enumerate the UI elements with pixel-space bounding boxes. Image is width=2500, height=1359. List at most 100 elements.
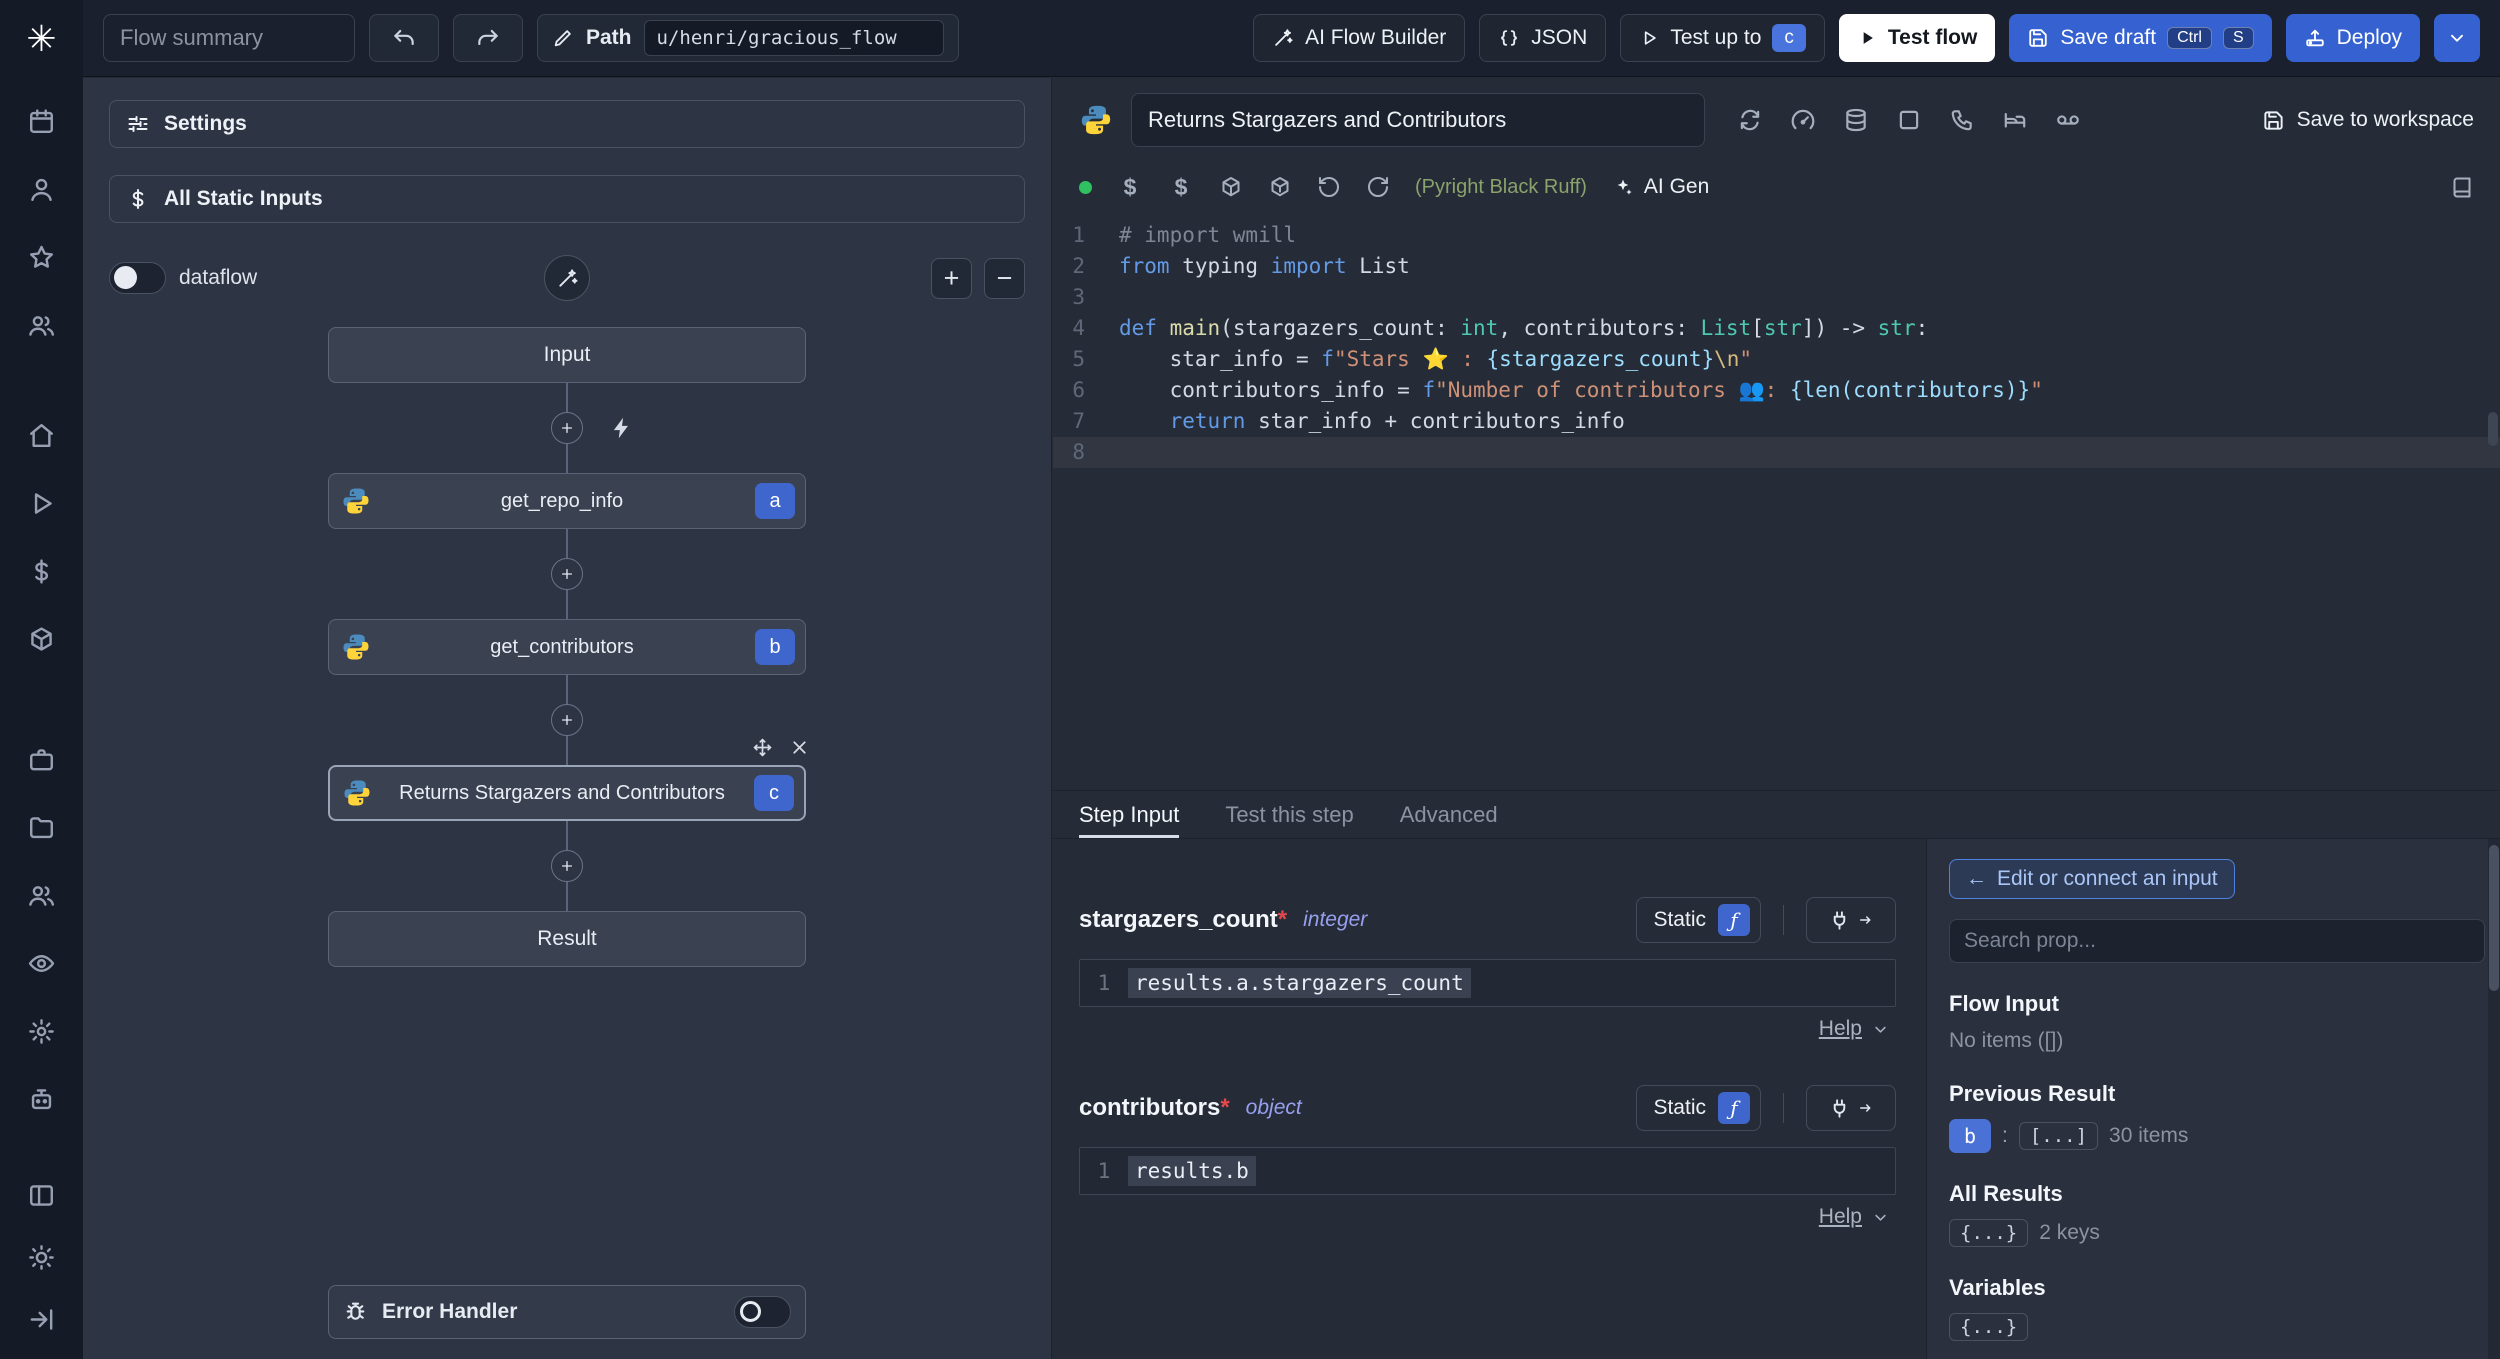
tab-test-this-step[interactable]: Test this step: [1225, 791, 1353, 838]
add-step-button[interactable]: [551, 704, 583, 736]
briefcase-icon[interactable]: [18, 735, 66, 783]
python-icon: [342, 778, 372, 808]
tab-step-input[interactable]: Step Input: [1079, 791, 1180, 838]
save-draft-button[interactable]: Save draft Ctrl S: [2009, 14, 2272, 62]
cube-icon[interactable]: [18, 615, 66, 663]
ai-gen-button[interactable]: AI Gen: [1612, 175, 1709, 199]
arrow-right-icon: [1857, 1099, 1875, 1117]
reset-icon[interactable]: [1317, 175, 1341, 199]
code-toolbar: $ $ (Pyright Black Ruff) AI Gen: [1053, 162, 2500, 212]
error-handler-toggle[interactable]: [734, 1296, 791, 1328]
refresh-icon[interactable]: [1737, 107, 1763, 133]
redo-button[interactable]: [453, 14, 523, 62]
json-button[interactable]: JSON: [1479, 14, 1607, 62]
props-scrollbar[interactable]: [2488, 839, 2500, 1359]
team-icon[interactable]: [18, 871, 66, 919]
collapsed-array-chip[interactable]: [...]: [2018, 1122, 2099, 1150]
connect-input-button[interactable]: [1806, 1085, 1896, 1131]
all-static-inputs-button[interactable]: All Static Inputs: [109, 175, 1025, 223]
save-to-workspace-button[interactable]: Save to workspace: [2262, 108, 2474, 132]
gear-icon[interactable]: [18, 1007, 66, 1055]
database-icon[interactable]: [1843, 107, 1869, 133]
flow-summary-input[interactable]: [103, 14, 355, 62]
deploy-button[interactable]: Deploy: [2285, 14, 2420, 62]
expression-editor[interactable]: 1 results.a.stargazers_count: [1079, 959, 1896, 1007]
sun-icon[interactable]: [18, 1233, 66, 1281]
edit-or-connect-button[interactable]: ← Edit or connect an input: [1949, 859, 2235, 899]
divider: [1783, 905, 1784, 935]
flow-step-node-c-selected[interactable]: Returns Stargazers and Contributors c: [328, 738, 806, 821]
test-up-to-button[interactable]: Test up to c: [1620, 14, 1825, 62]
square-icon[interactable]: [1896, 107, 1922, 133]
eye-icon[interactable]: [18, 939, 66, 987]
expand-sidebar-icon[interactable]: [18, 1295, 66, 1343]
add-variable-icon[interactable]: $: [1117, 174, 1143, 201]
bot-icon[interactable]: [18, 1075, 66, 1123]
edge-connector: [551, 529, 583, 619]
collapsed-object-chip[interactable]: {...}: [1949, 1313, 2029, 1341]
help-link[interactable]: Help: [1819, 1205, 1890, 1229]
item-count: 30 items: [2109, 1124, 2189, 1147]
star-icon[interactable]: [18, 233, 66, 281]
add-step-button[interactable]: [551, 558, 583, 590]
voicemail-icon[interactable]: [2055, 107, 2081, 133]
variables-row: {...}: [1949, 1313, 2474, 1341]
test-flow-button[interactable]: Test flow: [1838, 14, 1996, 62]
package-import-icon[interactable]: [1268, 175, 1292, 199]
expression-editor[interactable]: 1 results.b: [1079, 1147, 1896, 1195]
add-step-button[interactable]: [551, 850, 583, 882]
connect-input-button[interactable]: [1806, 897, 1896, 943]
gauge-icon[interactable]: [1790, 107, 1816, 133]
error-handler-bar[interactable]: Error Handler: [328, 1285, 806, 1339]
user-icon[interactable]: [18, 165, 66, 213]
deploy-menu-button[interactable]: [2434, 14, 2480, 62]
zoom-in-button[interactable]: +: [931, 257, 972, 299]
zoom-out-button[interactable]: −: [984, 257, 1025, 299]
users-icon[interactable]: [18, 301, 66, 349]
input-mode-toggle[interactable]: Static ƒ: [1636, 897, 1761, 943]
flow-step-node-b[interactable]: get_contributors b: [328, 619, 806, 675]
calendar-icon[interactable]: [18, 97, 66, 145]
arrow-left-icon: ←: [1966, 867, 1987, 890]
tab-advanced[interactable]: Advanced: [1400, 791, 1498, 838]
play-small-icon: [1639, 28, 1659, 48]
collapsed-object-chip[interactable]: {...}: [1949, 1219, 2029, 1247]
dollar-icon[interactable]: [18, 547, 66, 595]
step-title-input[interactable]: [1131, 93, 1705, 147]
ai-flow-builder-button[interactable]: AI Flow Builder: [1253, 14, 1466, 62]
add-step-button[interactable]: [551, 412, 583, 444]
play-icon[interactable]: [18, 479, 66, 527]
sparkles-icon: [1612, 176, 1634, 198]
add-resource-icon[interactable]: $: [1168, 174, 1194, 201]
required-marker: *: [1220, 1094, 1230, 1121]
flow-result-node[interactable]: Result: [328, 911, 806, 967]
path-input[interactable]: [643, 20, 944, 56]
flow-settings-button[interactable]: Settings: [109, 100, 1025, 148]
columns-icon[interactable]: [18, 1171, 66, 1219]
undo-button[interactable]: [369, 14, 439, 62]
flow-step-node-a[interactable]: get_repo_info a: [328, 473, 806, 529]
windmill-logo[interactable]: ✳: [26, 0, 56, 77]
flow-input-node[interactable]: Input: [328, 327, 806, 383]
code-editor[interactable]: 1 # import wmill 2 from typing import List 3…: [1053, 212, 2500, 790]
field-stargazers-count: stargazers_count* integer Static ƒ 1 res…: [1079, 897, 1896, 1041]
editor-scrollbar[interactable]: [2488, 212, 2498, 790]
folder-icon[interactable]: [18, 803, 66, 851]
close-icon[interactable]: [789, 737, 810, 758]
ai-wand-button[interactable]: [544, 255, 590, 301]
input-mode-toggle[interactable]: Static ƒ: [1636, 1085, 1761, 1131]
package-icon[interactable]: [1219, 175, 1243, 199]
arrow-right-icon: [1857, 911, 1875, 929]
prop-search-input[interactable]: [1949, 919, 2485, 963]
bed-icon[interactable]: [2002, 107, 2028, 133]
save-icon: [2027, 27, 2049, 49]
move-handle-icon[interactable]: [752, 737, 773, 758]
dataflow-toggle[interactable]: dataflow: [109, 262, 257, 294]
play-small-icon: [1857, 28, 1877, 48]
home-icon[interactable]: [18, 411, 66, 459]
reload-icon[interactable]: [1366, 175, 1390, 199]
step-id-badge: b: [755, 629, 795, 665]
library-book-icon[interactable]: [2450, 175, 2474, 199]
help-link[interactable]: Help: [1819, 1017, 1890, 1041]
phone-icon[interactable]: [1949, 107, 1975, 133]
